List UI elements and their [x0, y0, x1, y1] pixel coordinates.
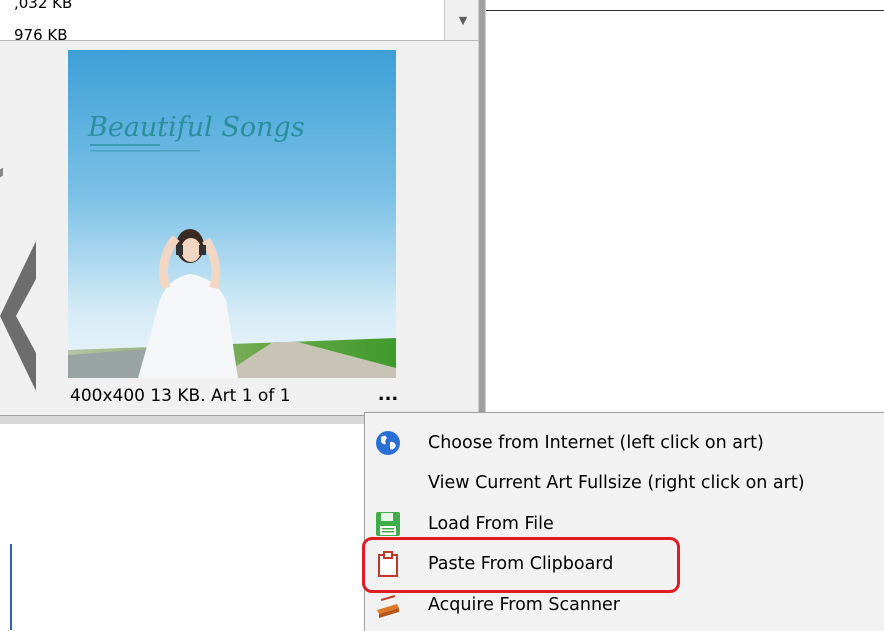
album-art-panel: Beautiful Songs 400x400 13 KB. Art 1 of …: [60, 41, 478, 415]
scroll-down-arrow-icon: ▼: [458, 13, 468, 27]
menu-item-label: Choose from Internet (left click on art): [428, 433, 764, 453]
album-cover-illustration: Beautiful Songs: [68, 50, 396, 378]
scanner-icon: [377, 595, 399, 618]
more-options-button[interactable]: ...: [368, 384, 408, 412]
menu-item-choose-from-internet[interactable]: Choose from Internet (left click on art): [365, 423, 884, 463]
list-row[interactable]: ,032 KB: [14, 0, 72, 12]
art-info-caption: 400x400 13 KB. Art 1 of 1: [70, 386, 291, 406]
menu-item-label: Load From File: [428, 514, 554, 534]
menu-item-view-fullsize[interactable]: View Current Art Fullsize (right click o…: [365, 463, 884, 503]
globe-icon: [376, 431, 400, 455]
scroll-down-button[interactable]: ▼: [444, 0, 481, 40]
menu-item-label: Acquire From Scanner: [428, 595, 621, 615]
divider-line: [486, 10, 884, 11]
album-art-image[interactable]: Beautiful Songs: [68, 50, 396, 378]
menu-item-label: View Current Art Fullsize (right click o…: [428, 473, 805, 493]
highlight-annotation: [362, 537, 680, 593]
tick-mark: [0, 160, 15, 178]
list-row[interactable]: 976 KB: [14, 26, 68, 40]
panel-splitter[interactable]: [478, 0, 486, 420]
file-size-listbox[interactable]: ,032 KB 976 KB ▼: [0, 0, 482, 41]
floppy-disk-icon: [376, 512, 400, 536]
bottom-pane: [0, 424, 364, 630]
left-panel: [0, 41, 60, 415]
selection-bar: [10, 544, 12, 630]
chevron-left-icon[interactable]: [0, 241, 36, 391]
art-context-menu: Choose from Internet (left click on art)…: [364, 412, 884, 631]
svg-text:Beautiful Songs: Beautiful Songs: [87, 112, 305, 143]
right-pane: [486, 0, 884, 420]
